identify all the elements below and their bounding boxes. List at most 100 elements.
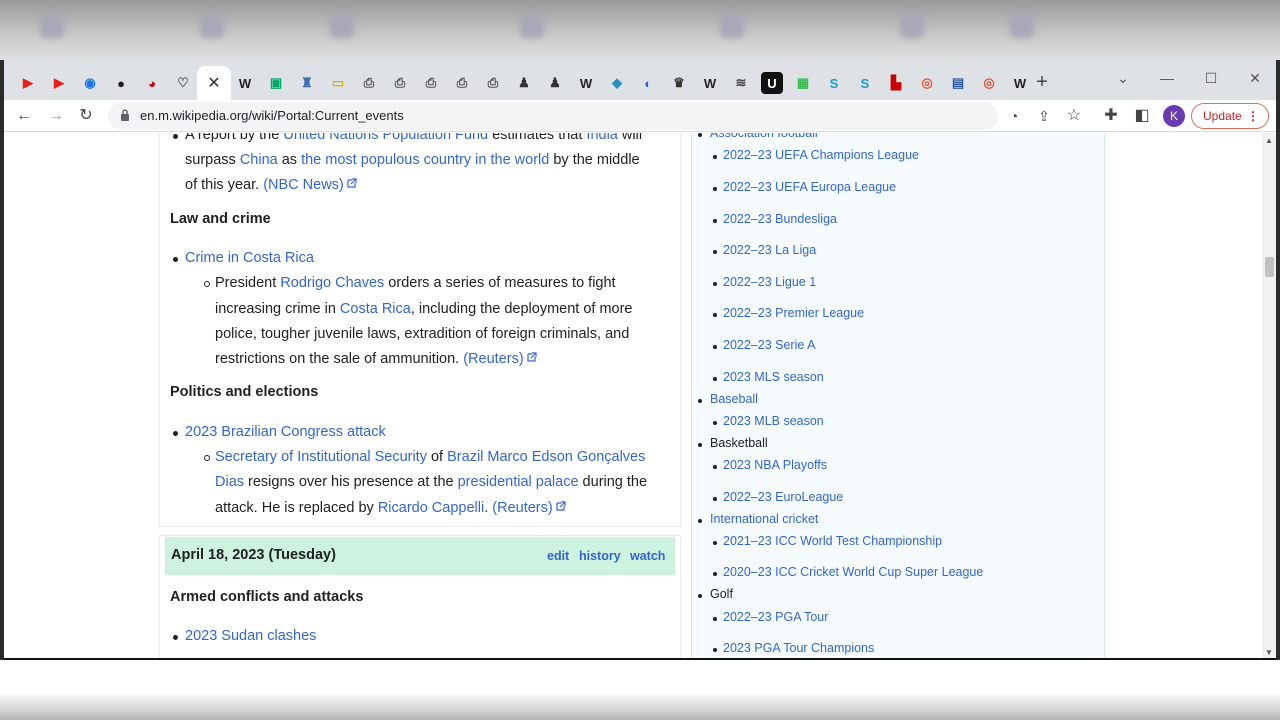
minimize-icon[interactable]: — (1152, 66, 1182, 90)
source-nbc-news-link[interactable]: (NBC News) (263, 177, 344, 193)
sidebar-competition-link[interactable]: 2020–23 ICC Cricket World Cup Super Leag… (723, 565, 983, 579)
tab-s-logo-icon[interactable]: S (854, 72, 876, 94)
tab-grid-icon[interactable]: ▦ (792, 72, 814, 94)
sidebar-competition-link[interactable]: 2023 NBA Playoffs (723, 458, 827, 472)
maximize-icon[interactable]: ☐ (1196, 66, 1226, 90)
tab-strikes-icon[interactable]: ≋ (730, 72, 752, 94)
profile-avatar[interactable]: K (1163, 105, 1185, 127)
tab-search-icon[interactable]: ⌄ (1108, 66, 1138, 90)
sidebar-category-football[interactable]: Association football (710, 133, 818, 140)
tab-frame-icon[interactable]: ▭ (327, 72, 349, 94)
address-bar[interactable]: en.m.wikipedia.org/wiki/Portal:Current_e… (108, 102, 998, 130)
tab-wikipedia-icon[interactable]: W (234, 72, 256, 94)
link-china[interactable]: China (240, 152, 278, 168)
reload-icon[interactable]: ↻ (74, 104, 98, 128)
active-tab-close-icon[interactable]: ✕ (197, 66, 231, 100)
link-costa-rica[interactable]: Costa Rica (340, 301, 411, 317)
tab-s-logo-icon[interactable]: S (823, 72, 845, 94)
blurred-background-bottom (0, 660, 1280, 720)
sidebar-competition-link[interactable]: 2022–23 La Liga (723, 243, 816, 257)
topic-link-sudan-clashes[interactable]: 2023 Sudan clashes (185, 624, 316, 649)
text: of this year. (185, 177, 264, 193)
link-rodrigo-chaves[interactable]: Rodrigo Chaves (280, 275, 384, 291)
tab-youtube-icon[interactable]: ▶ (48, 72, 70, 94)
tab-wikipedia-icon[interactable]: W (575, 72, 597, 94)
update-button[interactable]: Update ⋮ (1191, 103, 1269, 129)
tab-youtube-icon[interactable]: ▶ (17, 72, 39, 94)
watch-link[interactable]: watch (630, 549, 665, 563)
scrollbar-thumb[interactable] (1265, 257, 1274, 277)
tab-drop-icon[interactable]: ◆ (606, 72, 628, 94)
sidebar-competition-link[interactable]: 2021–23 ICC World Test Championship (723, 534, 942, 548)
tab-crest-icon[interactable]: ♜ (296, 72, 318, 94)
tab-printer-icon[interactable]: ⎙ (358, 72, 380, 94)
tab-printer-icon[interactable]: ⎙ (420, 72, 442, 94)
tab-printer-icon[interactable]: ⎙ (451, 72, 473, 94)
sidebar-competition-link[interactable]: 2023 MLS season (723, 370, 824, 384)
story-line: Secretary of Institutional Security of B… (215, 445, 645, 470)
tab-u-logo-icon[interactable]: U (761, 72, 783, 94)
tab-wikipedia-icon[interactable]: W (1009, 72, 1031, 94)
sidebar-competition-link[interactable]: 2022–23 Serie A (723, 338, 815, 352)
tab-wikipedia-icon[interactable]: W (699, 72, 721, 94)
share-icon[interactable]: ⇪ (1032, 104, 1056, 128)
tab-flag-icon[interactable]: ▙ (885, 72, 907, 94)
tab-screen-icon[interactable]: ▤ (947, 72, 969, 94)
link-secretary-security[interactable]: Secretary of Institutional Security (215, 449, 427, 465)
history-link[interactable]: history (579, 549, 621, 563)
sidebar-competition-link[interactable]: 2022–23 UEFA Europa League (723, 180, 896, 194)
source-reuters-link[interactable]: (Reuters) (463, 351, 523, 367)
tab-printer-icon[interactable]: ⎙ (482, 72, 504, 94)
page-viewport: A report by the United Nations Populatio… (4, 133, 1276, 658)
sidebar-competition-link[interactable]: 2022–23 Premier League (723, 306, 864, 320)
link-text[interactable]: Crime in Costa Rica (185, 250, 314, 266)
edit-link[interactable]: edit (547, 549, 569, 563)
new-tab-button[interactable]: + (1031, 72, 1053, 94)
link-marco-dias[interactable]: Brazil Marco Edson Gonçalves (447, 449, 645, 465)
link-india[interactable]: India (586, 133, 617, 143)
link-unfpa[interactable]: United Nations Population Fund (283, 133, 488, 143)
tab-printer-icon[interactable]: ⎙ (389, 72, 411, 94)
sidebar-bullet (713, 541, 717, 545)
topic-link-brazilian-congress-attack[interactable]: 2023 Brazilian Congress attack (185, 420, 386, 445)
tab-figure-icon[interactable]: ♟ (544, 72, 566, 94)
bookmark-star-icon[interactable]: ☆ (1062, 104, 1086, 128)
link-marco-dias[interactable]: Dias (215, 474, 244, 490)
scroll-down-icon[interactable]: ▼ (1265, 648, 1273, 657)
close-window-icon[interactable]: ✕ (1240, 66, 1270, 90)
side-panel-icon[interactable]: ◧ (1130, 104, 1154, 128)
tab-duck-icon[interactable]: ◎ (978, 72, 1000, 94)
sidebar-competition-link[interactable]: 2022–23 EuroLeague (723, 490, 843, 504)
link-text[interactable]: 2023 Sudan clashes (185, 628, 316, 644)
scroll-up-icon[interactable]: ▲ (1265, 136, 1273, 145)
sidebar-category-cricket[interactable]: International cricket (710, 512, 818, 526)
tab-duck-icon[interactable]: ◎ (916, 72, 938, 94)
extensions-puzzle-icon[interactable]: ✚ (1099, 104, 1123, 128)
tab-globe-icon[interactable]: ◉ (79, 72, 101, 94)
source-reuters-link[interactable]: (Reuters) (492, 500, 552, 516)
performance-icon[interactable]: ◔ (1002, 104, 1026, 128)
sidebar-competition-link[interactable]: 2023 MLB season (723, 414, 824, 428)
tab-square-logo-icon[interactable]: ▣ (265, 72, 287, 94)
tab-ball-icon[interactable]: ◕ (141, 72, 163, 94)
tab-globe-icon[interactable]: ◐ (637, 72, 659, 94)
sidebar-competition-link[interactable]: 2023 PGA Tour Champions (723, 641, 874, 655)
sidebar-competition-link[interactable]: 2022–23 Ligue 1 (723, 275, 816, 289)
sidebar-competition-link[interactable]: 2022–23 PGA Tour (723, 610, 828, 624)
tab-circle-logo-icon[interactable]: ● (110, 72, 132, 94)
link-ricardo-cappelli[interactable]: Ricardo Cappelli (378, 500, 484, 516)
tab-shield-icon[interactable]: ♡ (172, 72, 194, 94)
sidebar-category-baseball[interactable]: Baseball (710, 392, 758, 406)
topic-link-crime-costa-rica[interactable]: Crime in Costa Rica (185, 246, 314, 271)
sidebar-competition-link[interactable]: 2022–23 UEFA Champions League (723, 148, 919, 162)
tab-figure-icon[interactable]: ♟ (513, 72, 535, 94)
link-presidential-palace[interactable]: presidential palace (458, 474, 579, 490)
sidebar-bullet (713, 187, 717, 191)
vertical-scrollbar[interactable]: ▲ ▼ (1262, 133, 1276, 658)
tab-crown-icon[interactable]: ♛ (668, 72, 690, 94)
forward-arrow-icon[interactable]: → (44, 104, 68, 128)
back-arrow-icon[interactable]: ← (12, 104, 36, 128)
sidebar-competition-link[interactable]: 2022–23 Bundesliga (723, 212, 837, 226)
link-most-populous[interactable]: the most populous country in the world (301, 152, 549, 168)
link-text[interactable]: 2023 Brazilian Congress attack (185, 424, 386, 440)
